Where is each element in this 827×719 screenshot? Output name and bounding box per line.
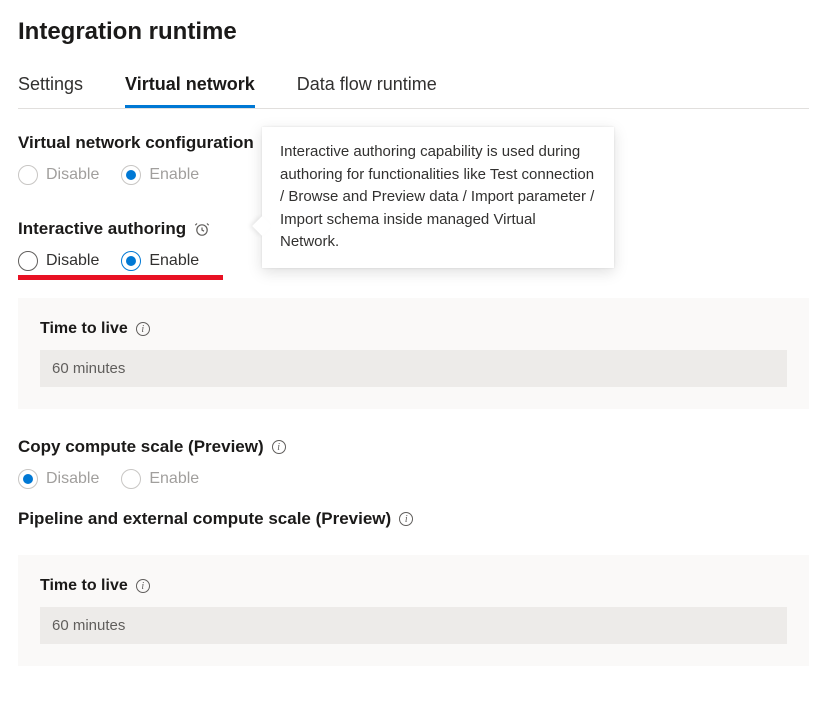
vnet-config-label: Virtual network configuration i: [18, 133, 276, 153]
ttl2-label: Time to live i: [40, 577, 150, 595]
info-icon[interactable]: i: [136, 322, 150, 336]
highlight-underline: [18, 275, 223, 280]
info-icon[interactable]: i: [136, 579, 150, 593]
vnet-disable-radio[interactable]: Disable: [18, 165, 99, 185]
alarm-icon[interactable]: [194, 221, 210, 237]
ia-disable-radio[interactable]: Disable: [18, 251, 99, 271]
tooltip: Interactive authoring capability is used…: [262, 127, 614, 268]
interactive-authoring-label: Interactive authoring: [18, 219, 210, 239]
copy-compute-radios: Disable Enable: [18, 469, 809, 489]
tabs: Settings Virtual network Data flow runti…: [18, 74, 809, 109]
info-icon[interactable]: i: [399, 512, 413, 526]
cc-enable-radio[interactable]: Enable: [121, 469, 199, 489]
vnet-enable-radio[interactable]: Enable: [121, 165, 199, 185]
page-title: Integration runtime: [18, 18, 809, 46]
ttl1-label: Time to live i: [40, 320, 150, 338]
info-icon[interactable]: i: [272, 440, 286, 454]
copy-compute-label: Copy compute scale (Preview) i: [18, 437, 286, 457]
pipeline-compute-label: Pipeline and external compute scale (Pre…: [18, 509, 413, 529]
ttl1-input[interactable]: 60 minutes: [40, 350, 787, 387]
tab-data-flow-runtime[interactable]: Data flow runtime: [297, 74, 437, 108]
ttl-panel-2: Time to live i 60 minutes: [18, 555, 809, 666]
ttl2-input[interactable]: 60 minutes: [40, 607, 787, 644]
tooltip-text: Interactive authoring capability is used…: [280, 143, 594, 250]
ia-enable-radio[interactable]: Enable: [121, 251, 199, 271]
ttl-panel-1: Time to live i 60 minutes: [18, 298, 809, 409]
tab-virtual-network[interactable]: Virtual network: [125, 74, 255, 108]
cc-disable-radio[interactable]: Disable: [18, 469, 99, 489]
tab-settings[interactable]: Settings: [18, 74, 83, 108]
